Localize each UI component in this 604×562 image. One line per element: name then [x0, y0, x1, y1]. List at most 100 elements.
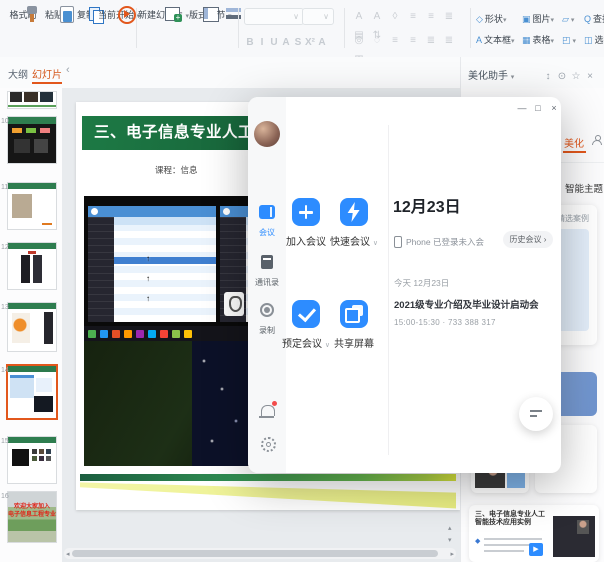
chevron-down-icon: ▾: [573, 38, 577, 45]
scrollbar-thumb[interactable]: [72, 550, 438, 557]
insert-tool-button[interactable]: A文本框▾: [476, 30, 522, 48]
maximize-button[interactable]: □: [531, 103, 545, 113]
panel-header-icon[interactable]: ↕: [541, 71, 555, 82]
sidebar-item-recording[interactable]: 录制: [248, 303, 286, 336]
history-meetings-button[interactable]: 历史会议 ›: [503, 231, 553, 248]
avatar[interactable]: [254, 121, 280, 147]
insert-tool-icon: ◫: [584, 35, 593, 45]
section-button[interactable]: 节 ▾: [214, 5, 234, 21]
slide-thumbnail[interactable]: 13: [8, 303, 56, 351]
divider: [470, 8, 471, 48]
format-button[interactable]: I: [256, 37, 268, 48]
minimize-button[interactable]: —: [515, 103, 529, 113]
format-button[interactable]: A: [316, 37, 328, 48]
paragraph-tool-icon[interactable]: ≡: [386, 33, 404, 49]
insert-tool-icon: A: [476, 35, 482, 45]
paragraph-tool-icon[interactable]: ≣: [440, 9, 458, 25]
meeting-icon: [259, 205, 275, 219]
divider: [238, 8, 239, 48]
meeting-app-window: — □ × 会议 通讯录 录制 加入会议 快速会议 ∨: [248, 97, 561, 473]
slide-thumbnail[interactable]: 15: [8, 437, 56, 483]
insert-tool-button[interactable]: ◫选择▾: [584, 30, 604, 48]
paragraph-tool-icon[interactable]: ≡: [422, 9, 440, 25]
layout-button[interactable]: 版式 ▾: [188, 5, 214, 21]
logo-badge: [224, 292, 244, 316]
slide-preview-card[interactable]: 三、电子信息专业人工智能技术应用实例 ◆ ▶: [469, 505, 599, 562]
paragraph-tool-icon[interactable]: ◊: [386, 9, 404, 25]
format-button[interactable]: X²: [304, 37, 316, 48]
panel-header-icon[interactable]: ☆: [569, 71, 583, 82]
scroll-right-icon[interactable]: ▸: [450, 550, 454, 558]
font-size-select[interactable]: ∨: [302, 8, 334, 25]
slide-thumbnail[interactable]: 12: [8, 243, 56, 289]
insert-tool-label: 表格: [533, 35, 551, 45]
slide-thumbnail[interactable]: 11: [8, 183, 56, 229]
slide-thumbnail[interactable]: [8, 92, 56, 108]
panel-tab-beautify[interactable]: 美化: [564, 135, 584, 150]
close-button[interactable]: ×: [547, 103, 561, 113]
join-meeting-button[interactable]: [292, 198, 320, 226]
paste-button[interactable]: 粘贴 ▾: [42, 5, 72, 21]
slide-number: 12: [1, 244, 9, 251]
paragraph-tool-icon[interactable]: ◌: [368, 33, 386, 49]
horizontal-scrollbar[interactable]: ◂ ▸: [64, 548, 456, 559]
collapse-panel-icon[interactable]: ‹: [66, 64, 70, 76]
active-tab-underline: [32, 82, 62, 84]
tab-outline[interactable]: 大纲: [8, 66, 28, 81]
sidebar-item-contacts[interactable]: 通讯录: [248, 255, 286, 288]
chevron-down-icon: ▾: [571, 17, 575, 24]
slide-thumbnail[interactable]: 10: [8, 117, 56, 163]
beautify-panel-header: 美化助手 ▾ ↕⊙☆×: [461, 57, 604, 88]
quick-meeting-button[interactable]: [340, 198, 368, 226]
card-label: 精选案例: [557, 213, 589, 224]
preview-play-button[interactable]: ▶: [529, 543, 543, 556]
paragraph-tool-icon[interactable]: ≣: [440, 33, 458, 49]
paragraph-tool-icon[interactable]: ◎: [350, 33, 368, 49]
paragraph-tool-icon[interactable]: ≣: [422, 33, 440, 49]
insert-tool-button[interactable]: ▱▾: [562, 9, 584, 27]
slide-thumbnail[interactable]: 16 欢迎大家加入 电子信息工程专业: [8, 492, 56, 542]
panel-header-icon[interactable]: ⊙: [555, 71, 569, 82]
format-button[interactable]: A: [280, 37, 292, 48]
paragraph-tool-icon[interactable]: A: [350, 9, 368, 25]
account-icon[interactable]: [592, 135, 602, 145]
paragraph-tool-icon[interactable]: A: [368, 9, 386, 25]
scroll-left-icon[interactable]: ◂: [66, 550, 70, 558]
paragraph-tool-icon[interactable]: ≡: [404, 33, 422, 49]
slide-number: 13: [1, 304, 9, 311]
phone-icon: [394, 236, 402, 248]
notification-bell-icon[interactable]: [261, 405, 275, 416]
insert-tool-button[interactable]: ▦表格▾: [522, 30, 562, 48]
insert-tool-button[interactable]: Q查找▾: [584, 9, 604, 27]
share-screen-button[interactable]: [340, 300, 368, 328]
format-painter-button[interactable]: 格式刷: [6, 5, 40, 21]
format-button[interactable]: B: [244, 37, 256, 48]
feedback-button[interactable]: [519, 397, 553, 431]
sidebar-item-label: 通讯录: [248, 277, 286, 288]
format-button[interactable]: S: [292, 37, 304, 48]
insert-tool-button[interactable]: ◰▾: [562, 30, 584, 48]
tab-slides[interactable]: 幻灯片: [32, 66, 62, 81]
insert-tool-label: 形状: [485, 14, 503, 24]
font-family-select[interactable]: ∨: [244, 8, 304, 25]
panel-header-icon[interactable]: ×: [583, 71, 597, 82]
meeting-title[interactable]: 2021级专业介绍及毕业设计启动会: [394, 297, 554, 311]
screenshot-window: [88, 206, 216, 322]
format-button[interactable]: U: [268, 37, 280, 48]
insert-tool-icon: Q: [584, 14, 591, 24]
paragraph-tool-icon[interactable]: ≡: [404, 9, 422, 25]
insert-tool-button[interactable]: ▣图片▾: [522, 9, 562, 27]
schedule-meeting-button[interactable]: [292, 300, 320, 328]
smart-theme-label[interactable]: 智能主题: [565, 181, 603, 195]
copy-button[interactable]: 复制: [74, 5, 98, 21]
settings-gear-icon[interactable]: [261, 437, 276, 452]
next-slide-icon[interactable]: ▾: [448, 536, 452, 544]
slide-screenshot-image: ↑ ↑ ↑: [84, 196, 250, 466]
previous-slide-icon[interactable]: ▴: [448, 524, 452, 532]
chevron-down-icon: ▾: [551, 38, 555, 45]
insert-tool-button[interactable]: ◇形状▾: [476, 9, 522, 27]
new-slide-button[interactable]: + 新建幻灯片 ▾: [138, 5, 188, 21]
play-from-current-button[interactable]: 当前开始 ▾: [98, 5, 134, 21]
record-icon: [260, 303, 274, 317]
slide-thumbnail-selected[interactable]: 14: [8, 366, 56, 418]
